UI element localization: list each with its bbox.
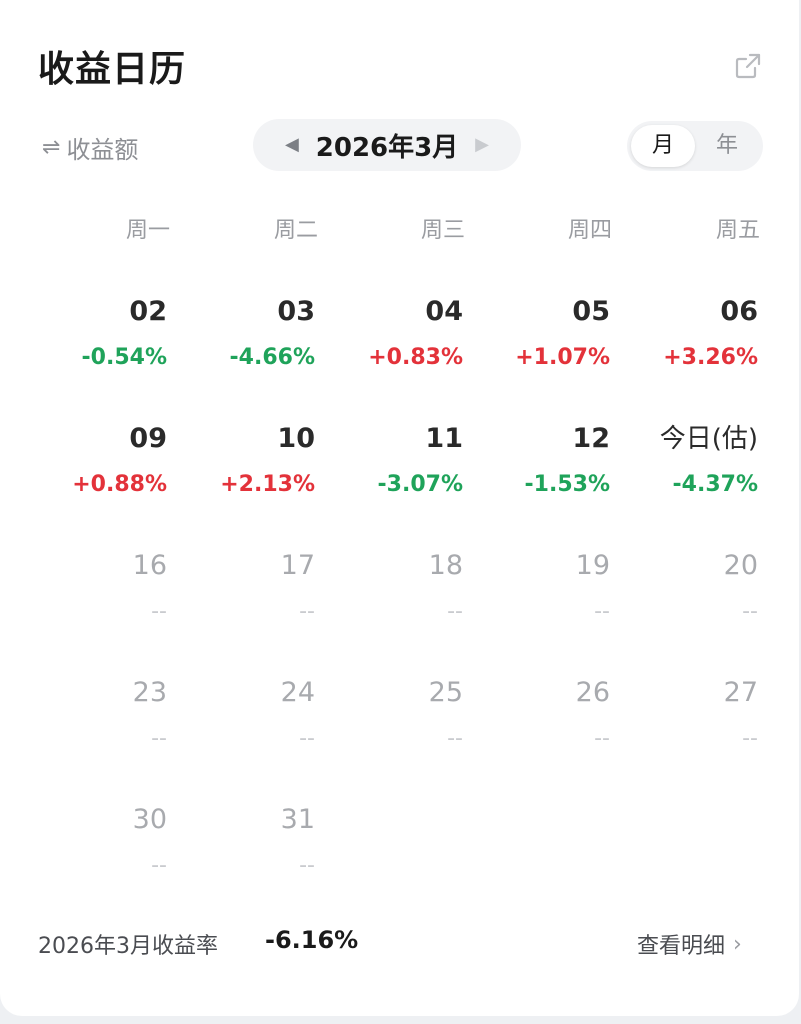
calendar-day-number: 03 [277, 296, 315, 327]
calendar-day-return: -- [742, 599, 758, 624]
weekday-fri: 周五 [715, 218, 760, 243]
calendar-day-number: 24 [280, 677, 315, 708]
weekday-mon: 周一 [125, 218, 170, 243]
calendar-day-cell[interactable]: 20 -- [638, 550, 758, 626]
calendar-day-cell[interactable]: 19 -- [490, 550, 610, 626]
calendar-day-number: 25 [428, 677, 463, 708]
calendar-day-return: +0.88% [72, 472, 167, 497]
calendar-day-number: 19 [575, 550, 610, 581]
calendar-day-cell[interactable]: 16 -- [47, 550, 167, 626]
prev-month-icon[interactable]: ◀ [285, 134, 299, 155]
calendar-day-number: 10 [277, 423, 315, 454]
swap-icon: ⇌ [42, 135, 61, 160]
calendar-day-cell[interactable]: 31 -- [195, 804, 315, 880]
month-label: 2026年3月 [315, 132, 459, 163]
calendar-day-number: 23 [132, 677, 167, 708]
weekday-thu: 周四 [567, 218, 612, 243]
monthly-return-value: -6.16% [265, 926, 359, 954]
calendar-day-number: 04 [425, 296, 463, 327]
calendar-day-cell[interactable]: 24 -- [195, 677, 315, 753]
calendar-day-cell[interactable]: 12 -1.53% [490, 423, 610, 499]
income-calendar-card: 收益日历 ⇌ 收益额 ◀ 2026年3月 ▶ 月 年 周一 周二 周三 周四 周… [0, 0, 799, 1016]
calendar-day-number: 06 [720, 296, 758, 327]
calendar-day-return: -- [151, 599, 167, 624]
calendar-day-number: 26 [575, 677, 610, 708]
calendar-day-return: -- [151, 853, 167, 878]
calendar-day-cell[interactable]: 02 -0.54% [47, 296, 167, 372]
calendar-day-number: 09 [129, 423, 167, 454]
next-month-icon[interactable]: ▶ [475, 134, 489, 155]
calendar-day-return: -3.07% [377, 472, 463, 497]
calendar-day-number: 05 [572, 296, 610, 327]
calendar-day-number: 30 [132, 804, 167, 835]
calendar-day-cell[interactable]: 10 +2.13% [195, 423, 315, 499]
calendar-day-return: -- [594, 726, 610, 751]
view-details-label: 查看明细 [637, 934, 726, 959]
period-year-option[interactable]: 年 [695, 125, 759, 167]
calendar-day-return: -- [151, 726, 167, 751]
calendar-day-return: -- [299, 726, 315, 751]
monthly-return-label: 2026年3月收益率 [38, 934, 218, 959]
calendar-day-number: 16 [132, 550, 167, 581]
calendar-day-number: 27 [723, 677, 758, 708]
calendar-day-cell[interactable]: 23 -- [47, 677, 167, 753]
calendar-day-cell[interactable]: 27 -- [638, 677, 758, 753]
calendar-day-number: 今日(估) [659, 424, 758, 454]
calendar-day-return: -1.53% [524, 472, 610, 497]
calendar-day-number: 31 [280, 804, 315, 835]
calendar-day-cell[interactable]: 今日(估) -4.37% [638, 423, 758, 499]
calendar-day-number: 18 [428, 550, 463, 581]
page-title: 收益日历 [38, 49, 187, 90]
calendar-day-number: 20 [723, 550, 758, 581]
calendar-day-return: -- [299, 599, 315, 624]
calendar-day-return: -- [594, 599, 610, 624]
month-navigator: ◀ 2026年3月 ▶ [253, 119, 521, 171]
weekday-wed: 周三 [420, 218, 465, 243]
view-details-link[interactable]: 查看明细 › [637, 928, 742, 960]
calendar-day-return: -- [447, 726, 463, 751]
calendar-day-cell[interactable]: 04 +0.83% [343, 296, 463, 372]
calendar-day-cell[interactable]: 06 +3.26% [638, 296, 758, 372]
metric-toggle-label: 收益额 [66, 136, 139, 164]
calendar-day-return: -0.54% [81, 345, 167, 370]
calendar-day-cell[interactable]: 09 +0.88% [47, 423, 167, 499]
calendar-day-number: 17 [280, 550, 315, 581]
calendar-day-cell[interactable]: 03 -4.66% [195, 296, 315, 372]
calendar-day-return: -4.66% [229, 345, 315, 370]
chevron-right-icon: › [733, 931, 742, 957]
external-link-icon[interactable] [734, 52, 762, 80]
calendar-day-return: +0.83% [368, 345, 463, 370]
calendar-day-number: 12 [572, 423, 610, 454]
calendar-day-return: -- [742, 726, 758, 751]
calendar-day-return: +1.07% [515, 345, 610, 370]
calendar-day-number: 11 [425, 423, 463, 454]
metric-toggle[interactable]: ⇌ 收益额 [42, 130, 138, 165]
calendar-day-return: -- [299, 853, 315, 878]
calendar-day-return: +3.26% [663, 345, 758, 370]
calendar-day-cell[interactable]: 17 -- [195, 550, 315, 626]
calendar-day-cell[interactable]: 11 -3.07% [343, 423, 463, 499]
period-segmented-control: 月 年 [627, 121, 763, 171]
calendar-day-cell[interactable]: 26 -- [490, 677, 610, 753]
calendar-day-return: -- [447, 599, 463, 624]
calendar-day-cell[interactable]: 25 -- [343, 677, 463, 753]
calendar-day-return: -4.37% [672, 472, 758, 497]
weekday-tue: 周二 [273, 218, 318, 243]
calendar-day-cell[interactable]: 18 -- [343, 550, 463, 626]
calendar-day-cell[interactable]: 05 +1.07% [490, 296, 610, 372]
calendar-day-return: +2.13% [220, 472, 315, 497]
calendar-day-cell[interactable]: 30 -- [47, 804, 167, 880]
period-month-option[interactable]: 月 [631, 125, 695, 167]
calendar-day-number: 02 [129, 296, 167, 327]
